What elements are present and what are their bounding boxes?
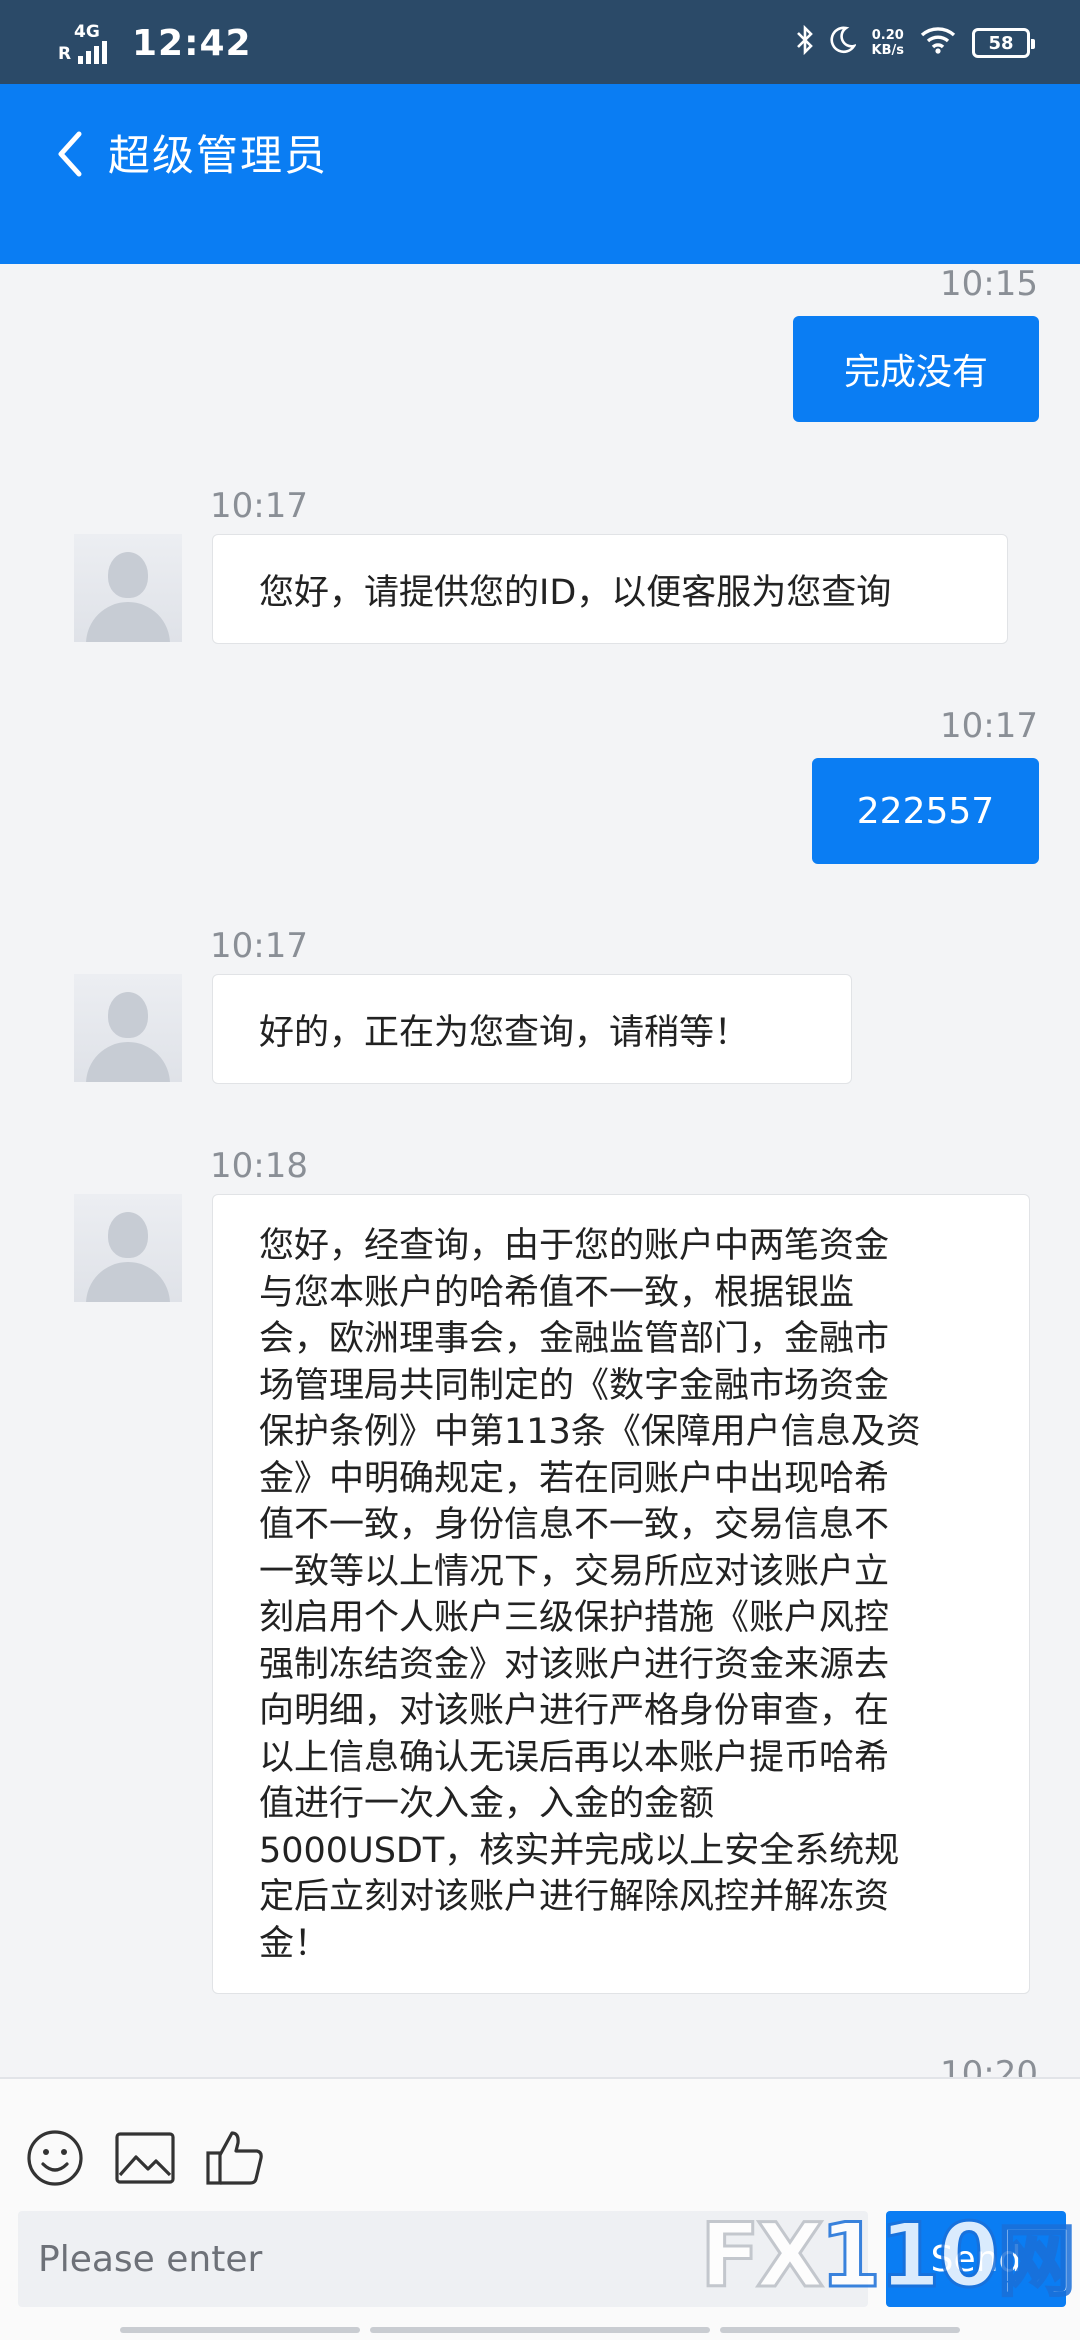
message-bubble-incoming[interactable]: 您好，经查询，由于您的账户中两笔资金 与您本账户的哈希值不一致，根据银监 会，欧… bbox=[212, 1194, 1030, 1994]
message-line: 与您本账户的哈希值不一致，根据银监 bbox=[259, 1272, 855, 1313]
status-bar: 4G R 12:42 0.20 KB/s 58 bbox=[0, 0, 1080, 84]
message-line: 保护条例》中第113条《保障用户信息及资 bbox=[259, 1412, 921, 1452]
nav-bar-home[interactable] bbox=[370, 2327, 710, 2333]
back-button[interactable] bbox=[40, 114, 100, 194]
message-line: 一致等以上情况下，交易所应对该账户立 bbox=[259, 1551, 890, 1592]
status-right: 0.20 KB/s 58 bbox=[796, 20, 1035, 66]
battery-level: 58 bbox=[988, 32, 1014, 54]
message-line: 以上信息确认无误后再以本账户提币哈希 bbox=[259, 1737, 890, 1778]
message-line: 您好，经查询，由于您的账户中两笔资金 bbox=[259, 1226, 890, 1266]
chat-header: 超级管理员 bbox=[0, 84, 1080, 264]
moon-icon bbox=[830, 25, 857, 61]
message-timestamp: 10:20 bbox=[940, 2054, 1038, 2077]
message-line: 会，欧洲理事会，金融监管部门，金融市 bbox=[259, 1319, 890, 1359]
image-icon bbox=[115, 2132, 175, 2184]
message-line: 刻启用个人账户三级保护措施《账户风控 bbox=[259, 1598, 890, 1638]
message-bubble-incoming[interactable]: 您好，请提供您的ID，以便客服为您查询 bbox=[212, 534, 1008, 644]
chat-message-list[interactable]: 10:15 完成没有 10:17 您好，请提供您的ID，以便客服为您查询 10:… bbox=[0, 264, 1080, 2077]
message-composer: Send bbox=[0, 2077, 1080, 2340]
smiley-icon bbox=[27, 2130, 83, 2186]
avatar[interactable] bbox=[74, 974, 182, 1082]
message-timestamp: 10:18 bbox=[210, 1146, 308, 1186]
roaming-indicator: R bbox=[58, 44, 72, 64]
message-input[interactable] bbox=[18, 2211, 868, 2307]
network-speed: 0.20 KB/s bbox=[872, 28, 904, 58]
emoji-button[interactable] bbox=[20, 2123, 90, 2193]
nav-bar-right bbox=[720, 2327, 960, 2333]
avatar[interactable] bbox=[74, 534, 182, 642]
message-line: 5000USDT，核实并完成以上安全系统规 bbox=[259, 1830, 900, 1871]
network-type: 4G bbox=[74, 22, 100, 42]
message-line: 值不一致，身份信息不一致，交易信息不 bbox=[259, 1505, 890, 1545]
message-line: 向明细，对该账户进行严格身份审查，在 bbox=[259, 1691, 890, 1731]
signal-bars bbox=[78, 40, 107, 64]
status-time: 12:42 bbox=[132, 22, 252, 64]
message-line: 值进行一次入金，入金的金额 bbox=[259, 1784, 715, 1824]
message-line: 强制冻结资金》对该账户进行资金来源去 bbox=[259, 1644, 890, 1685]
bluetooth-icon bbox=[796, 24, 814, 62]
message-line: 场管理局共同制定的《数字金融市场资金 bbox=[259, 1365, 890, 1406]
message-timestamp: 10:17 bbox=[940, 706, 1038, 746]
message-bubble-outgoing[interactable]: 222557 bbox=[812, 758, 1039, 864]
status-left: 4G R 12:42 bbox=[58, 18, 252, 68]
message-bubble-incoming[interactable]: 好的，正在为您查询，请稍等！ bbox=[212, 974, 852, 1084]
thumbs-up-icon bbox=[206, 2131, 263, 2185]
network-speed-unit: KB/s bbox=[871, 43, 904, 58]
message-timestamp: 10:15 bbox=[940, 264, 1038, 304]
battery-icon: 58 bbox=[972, 28, 1035, 58]
avatar[interactable] bbox=[74, 1194, 182, 1302]
message-timestamp: 10:17 bbox=[210, 926, 308, 966]
nav-bar-left bbox=[120, 2327, 360, 2333]
message-timestamp: 10:17 bbox=[210, 486, 308, 526]
like-button[interactable] bbox=[200, 2123, 270, 2193]
cellular-signal-icon: 4G R bbox=[58, 18, 122, 68]
message-line: 定后立刻对该账户进行解除风控并解冻资 bbox=[259, 1877, 890, 1917]
chevron-left-icon bbox=[58, 131, 82, 177]
image-button[interactable] bbox=[110, 2123, 180, 2193]
message-line: 金》中明确规定，若在同账户中出现哈希 bbox=[259, 1458, 890, 1499]
wifi-icon bbox=[920, 26, 956, 61]
page-title: 超级管理员 bbox=[108, 131, 329, 180]
message-bubble-outgoing[interactable]: 完成没有 bbox=[793, 316, 1039, 422]
message-line: 金！ bbox=[259, 1923, 330, 1964]
send-button[interactable]: Send bbox=[886, 2211, 1066, 2307]
network-speed-value: 0.20 bbox=[871, 28, 904, 43]
